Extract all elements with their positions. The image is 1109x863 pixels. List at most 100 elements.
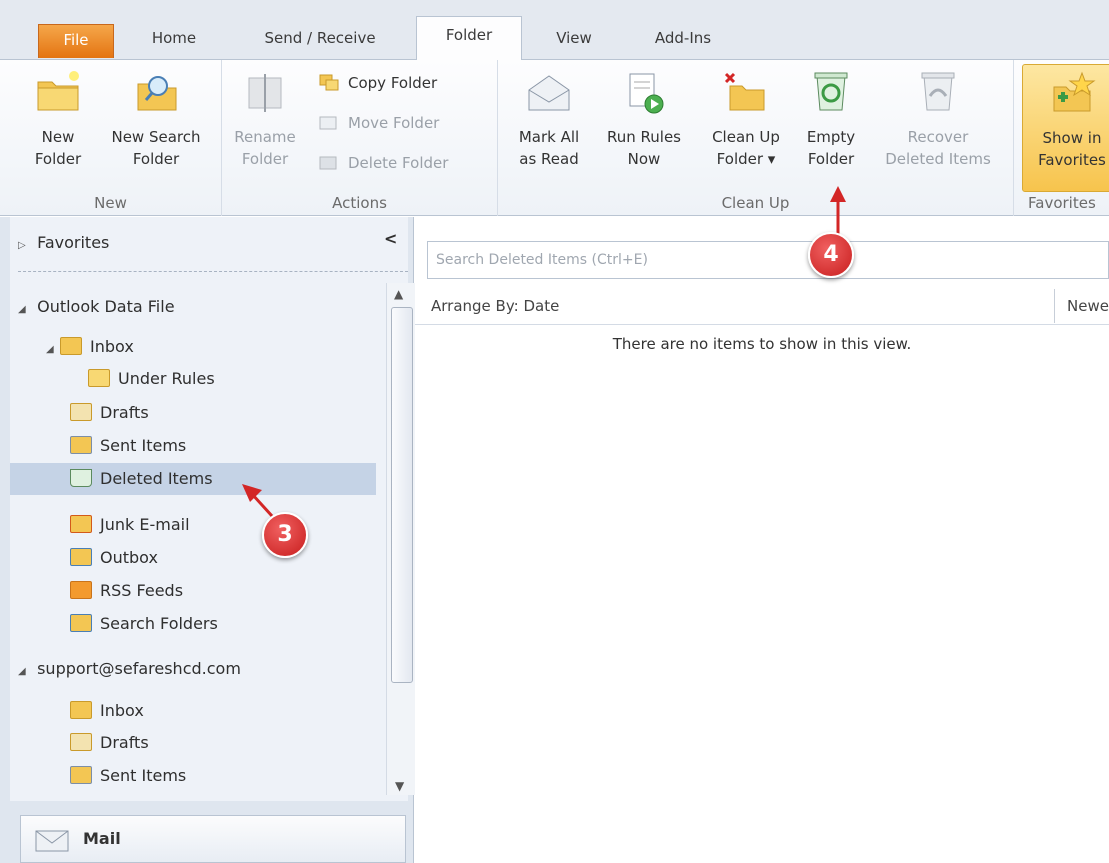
scroll-up-icon[interactable]: ▲ xyxy=(394,287,403,301)
new-folder-icon xyxy=(34,68,82,116)
collapse-triangle-icon: ◢ xyxy=(18,304,26,315)
rename-folder-label-2: Folder xyxy=(241,150,289,168)
move-folder-button[interactable]: Move Folder xyxy=(316,110,439,136)
delete-folder-button[interactable]: Delete Folder xyxy=(316,150,448,176)
tab-file[interactable]: File xyxy=(38,24,114,58)
nav-favorites-label: Favorites xyxy=(37,233,110,252)
nav-outlook-data-file-label: Outlook Data File xyxy=(37,297,175,316)
expand-triangle-icon: ▷ xyxy=(18,240,26,251)
nav-junk-email[interactable]: Junk E-mail xyxy=(70,509,190,541)
search-folder-icon xyxy=(70,614,92,632)
nav-sent-items-label: Sent Items xyxy=(100,436,187,455)
new-folder-button[interactable]: New Folder xyxy=(16,68,100,170)
show-in-favorites-button[interactable]: Show in Favorites xyxy=(1022,64,1109,192)
nav-account[interactable]: ◢ support@sefareshcd.com xyxy=(18,653,241,685)
nav-favorites[interactable]: ▷ Favorites xyxy=(18,227,109,259)
run-rules-now-button[interactable]: Run Rules Now xyxy=(596,68,692,170)
recycle-bin-icon xyxy=(807,68,855,116)
collapse-pane-button[interactable]: < xyxy=(384,223,397,255)
mark-all-as-read-label-1: Mark All xyxy=(518,128,580,146)
nav-inbox[interactable]: ◢ Inbox xyxy=(46,331,134,363)
ribbon-group-new: New Folder New Search Folder New xyxy=(0,60,222,216)
ribbon-group-actions: Rename Folder Copy Folder Move Folder De… xyxy=(222,60,498,216)
favorites-divider xyxy=(18,271,408,272)
nav-under-rules[interactable]: Under Rules xyxy=(88,363,215,395)
new-search-folder-label-1: New Search xyxy=(111,128,201,146)
ribbon-group-clean-up: Mark All as Read Run Rules Now Clean Up … xyxy=(498,60,1014,216)
nav-drafts[interactable]: Drafts xyxy=(70,397,149,429)
arrange-by-header[interactable]: Arrange By: Date Newe xyxy=(415,289,1109,325)
nav-inbox-label: Inbox xyxy=(90,337,134,356)
recover-deleted-items-button[interactable]: Recover Deleted Items xyxy=(868,68,1008,170)
nav-account-label: support@sefareshcd.com xyxy=(37,659,241,678)
mail-icon xyxy=(35,826,69,863)
new-folder-label-1: New xyxy=(41,128,75,146)
tab-send-receive[interactable]: Send / Receive xyxy=(240,20,400,60)
clean-up-folder-button[interactable]: Clean Up Folder ▾ xyxy=(698,68,794,170)
inbox-icon xyxy=(70,701,92,719)
nav-account-drafts[interactable]: Drafts xyxy=(70,727,149,759)
run-rules-now-label-2: Now xyxy=(627,150,661,168)
ribbon: New Folder New Search Folder New Rename … xyxy=(0,60,1109,216)
new-search-folder-button[interactable]: New Search Folder xyxy=(96,68,216,170)
tab-home[interactable]: Home xyxy=(128,20,220,60)
sent-items-icon xyxy=(70,436,92,454)
tab-add-ins[interactable]: Add-Ins xyxy=(630,20,736,60)
recover-icon xyxy=(914,68,962,116)
nav-under-rules-label: Under Rules xyxy=(118,369,215,388)
outbox-icon xyxy=(70,548,92,566)
nav-account-drafts-label: Drafts xyxy=(100,733,149,752)
sort-order-button[interactable]: Newe xyxy=(1054,289,1109,323)
callout-3: 3 xyxy=(262,512,308,558)
ribbon-tab-bar: File Home Send / Receive Folder View Add… xyxy=(0,0,1109,61)
group-label-clean-up: Clean Up xyxy=(721,194,790,212)
mail-nav-button[interactable]: Mail xyxy=(20,815,406,863)
folder-tree: ▷ Favorites < ◢ Outlook Data File ◢ Inbox… xyxy=(10,217,416,801)
show-in-favorites-label-2: Favorites xyxy=(1038,151,1106,169)
nav-account-sent-items[interactable]: Sent Items xyxy=(70,760,186,792)
copy-folder-label: Copy Folder xyxy=(348,74,438,92)
navigation-pane: ▷ Favorites < ◢ Outlook Data File ◢ Inbox… xyxy=(0,217,416,863)
run-rules-icon xyxy=(620,68,668,116)
copy-folder-icon xyxy=(318,73,340,93)
show-in-favorites-label-1: Show in xyxy=(1042,129,1102,147)
nav-search-folders[interactable]: Search Folders xyxy=(70,608,218,640)
scroll-down-icon[interactable]: ▼ xyxy=(395,779,404,793)
group-label-new: New xyxy=(94,194,127,212)
move-folder-icon xyxy=(318,113,340,133)
nav-rss-feeds[interactable]: RSS Feeds xyxy=(70,575,183,607)
rename-folder-label-1: Rename xyxy=(234,128,296,146)
mail-label: Mail xyxy=(83,829,121,848)
nav-deleted-items[interactable]: Deleted Items xyxy=(10,463,376,495)
search-input[interactable]: Search Deleted Items (Ctrl+E) xyxy=(427,241,1109,279)
group-label-favorites: Favorites xyxy=(1028,194,1096,212)
rss-icon xyxy=(70,581,92,599)
ribbon-group-favorites: Show in Favorites Favorites xyxy=(1014,60,1109,216)
copy-folder-button[interactable]: Copy Folder xyxy=(316,70,437,96)
junk-email-icon xyxy=(70,515,92,533)
drafts-icon xyxy=(70,403,92,421)
clean-up-folder-label-2: Folder ▾ xyxy=(716,150,776,168)
mark-all-as-read-label-2: as Read xyxy=(519,150,579,168)
nav-outbox[interactable]: Outbox xyxy=(70,542,158,574)
nav-outlook-data-file[interactable]: ◢ Outlook Data File xyxy=(18,291,175,323)
empty-folder-button[interactable]: Empty Folder xyxy=(796,68,866,170)
nav-account-inbox-label: Inbox xyxy=(100,701,144,720)
recover-deleted-label-2: Deleted Items xyxy=(885,150,991,168)
nav-sent-items[interactable]: Sent Items xyxy=(70,430,186,462)
inbox-icon xyxy=(60,337,82,355)
scrollbar-thumb[interactable] xyxy=(391,307,413,683)
empty-folder-label-1: Empty xyxy=(806,128,856,146)
callout-4: 4 xyxy=(808,232,854,278)
rename-folder-button[interactable]: Rename Folder xyxy=(230,68,300,170)
search-folder-icon xyxy=(132,68,180,116)
collapse-triangle-icon: ◢ xyxy=(18,666,26,677)
mark-all-as-read-button[interactable]: Mark All as Read xyxy=(508,68,590,170)
tab-folder[interactable]: Folder xyxy=(416,16,522,61)
delete-folder-icon xyxy=(318,153,340,173)
tab-view[interactable]: View xyxy=(534,20,614,60)
nav-account-inbox[interactable]: Inbox xyxy=(70,695,144,727)
sent-items-icon xyxy=(70,766,92,784)
nav-junk-email-label: Junk E-mail xyxy=(100,515,190,534)
folder-scrollbar[interactable]: ▲ ▼ xyxy=(386,283,416,795)
